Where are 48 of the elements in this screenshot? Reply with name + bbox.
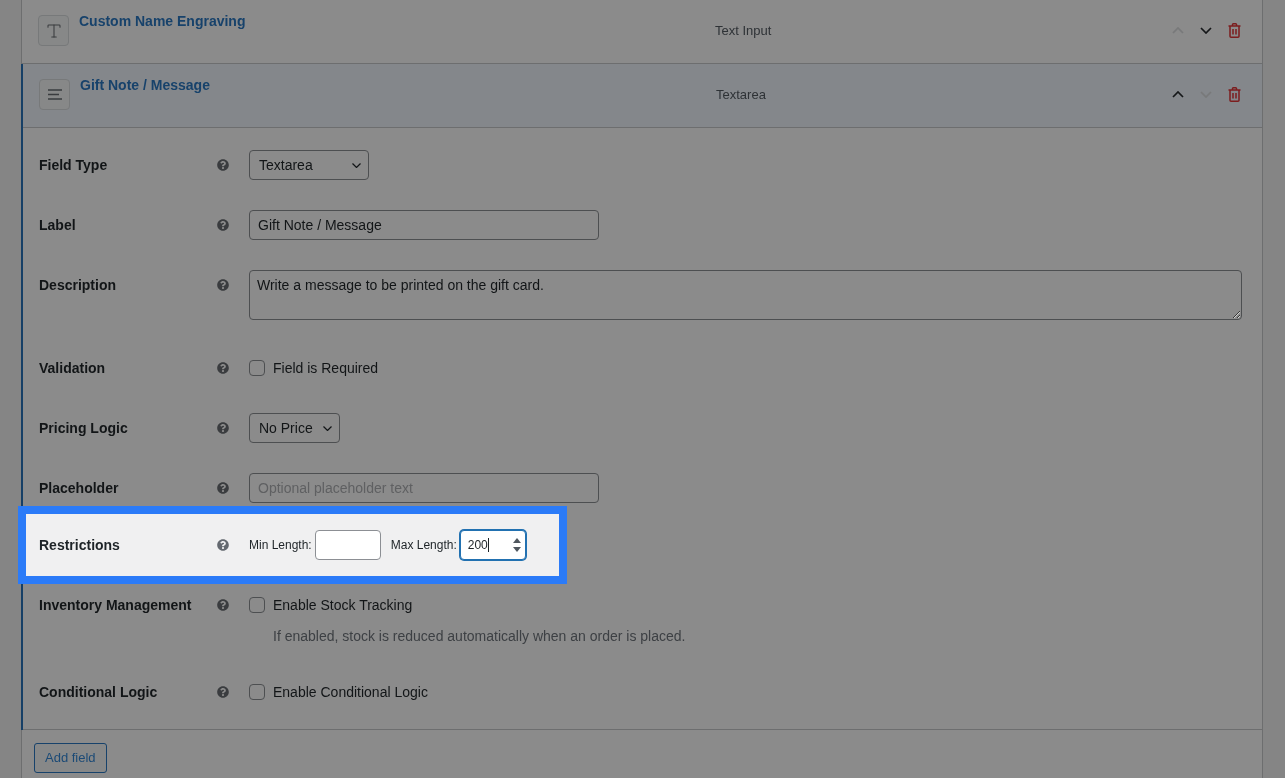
setting-label: Field Type [39, 157, 108, 174]
help-icon[interactable] [217, 279, 229, 291]
setting-label: Conditional Logic [39, 684, 158, 701]
field-title[interactable]: Gift Note / Message [80, 77, 210, 94]
text-cursor-icon [487, 538, 489, 552]
help-icon[interactable] [217, 482, 229, 494]
field-title[interactable]: Custom Name Engraving [79, 13, 246, 30]
textarea-field[interactable]: Write a message to be printed on the gift card. [249, 270, 1242, 320]
min-length-label: Min Length: [249, 537, 312, 554]
spinner-arrows-icon[interactable] [512, 538, 521, 552]
chevron-down-icon [352, 162, 361, 168]
chevron-down-icon [1200, 27, 1212, 34]
max-length-label: Max Length: [390, 537, 457, 554]
number-field[interactable]: 200 [459, 530, 526, 560]
checkbox-label: Enable Conditional Logic [273, 682, 428, 702]
setting-label: Inventory Management [39, 597, 192, 614]
trash-icon [1227, 87, 1241, 102]
hint-text: If enabled, stock is reduced automatically when an order is placed. [273, 627, 686, 645]
trash-icon [1227, 23, 1241, 38]
chevron-up-icon [1172, 91, 1184, 98]
help-icon[interactable] [217, 422, 229, 434]
help-icon[interactable] [217, 686, 229, 698]
text-type-icon [38, 15, 69, 46]
help-icon[interactable] [217, 219, 229, 231]
checkbox[interactable] [249, 597, 265, 613]
checkbox[interactable] [249, 684, 265, 700]
help-icon[interactable] [217, 362, 229, 374]
setting-label: Label [39, 217, 76, 234]
setting-label: Pricing Logic [39, 420, 128, 437]
setting-label: Restrictions [39, 537, 120, 554]
checkbox-label: Enable Stock Tracking [273, 595, 413, 615]
text-lines-icon [39, 79, 70, 110]
checkbox-label: Field is Required [273, 358, 379, 378]
field-type-label: Text Input [715, 21, 772, 40]
help-icon[interactable] [217, 539, 229, 551]
chevron-down-icon [322, 425, 332, 431]
checkbox[interactable] [249, 360, 265, 376]
setting-label: Placeholder [39, 480, 119, 497]
select-dropdown[interactable]: Textarea [249, 150, 369, 180]
text-field[interactable]: Gift Note / Message [249, 210, 599, 240]
select-dropdown[interactable]: No Price [249, 413, 340, 443]
field-header[interactable]: Gift Note / Message Textarea [23, 64, 1262, 128]
field-type-label: Textarea [716, 85, 766, 104]
help-icon[interactable] [217, 159, 229, 171]
setting-label: Description [39, 277, 116, 294]
help-icon[interactable] [217, 599, 229, 611]
number-field[interactable] [314, 530, 381, 560]
setting-label: Validation [39, 360, 106, 377]
